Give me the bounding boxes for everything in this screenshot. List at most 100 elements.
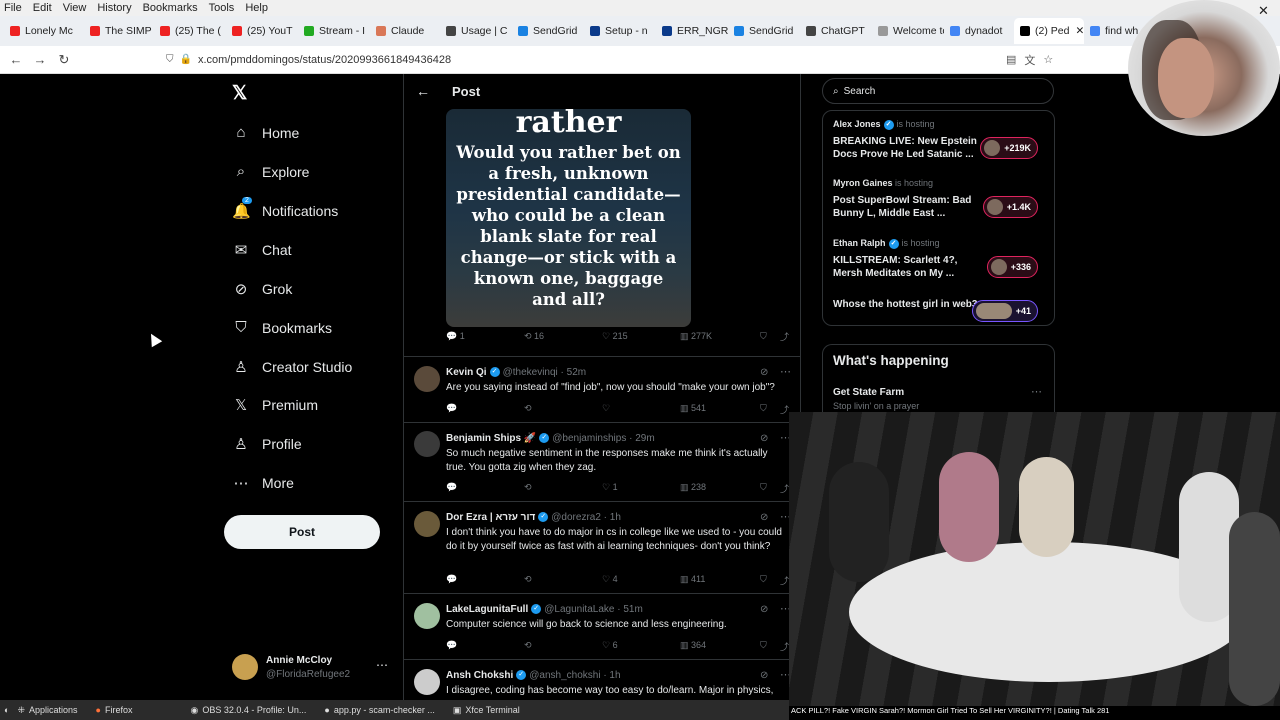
nav-notifications[interactable]: 🔔 2 Notifications [232, 197, 338, 220]
share-icon[interactable]: ⤴ [780, 330, 789, 343]
like-icon[interactable]: ♡ 6 [602, 640, 618, 651]
avatar[interactable] [232, 654, 258, 680]
browser-tab[interactable]: Stream - I [298, 18, 370, 44]
space-item[interactable]: Whose the hottest girl in web3 +41 [833, 298, 1048, 326]
author-name[interactable]: Ansh Chokshi [446, 670, 513, 681]
repost-icon[interactable]: ⟲ [524, 403, 532, 414]
taskbar-editor[interactable]: ● app.py - scam-checker ... [324, 705, 434, 715]
menu-edit[interactable]: Edit [33, 2, 52, 14]
grok-icon[interactable]: ⊘ [760, 512, 768, 523]
nav-explore[interactable]: ⌕ Explore [232, 163, 310, 180]
grok-icon[interactable]: ⊘ [760, 433, 768, 444]
repost-button[interactable]: ⟲ 16 [524, 331, 544, 342]
nav-creator-studio[interactable]: ♙ Creator Studio [232, 358, 352, 376]
reply-tweet[interactable]: LakeLagunitaFull ✓ @LagunitaLake · 51m ⊘ ⋯… [404, 594, 800, 660]
post-button[interactable]: Post [224, 515, 380, 549]
browser-tab-active[interactable]: (2) Ped ✕ [1014, 18, 1084, 44]
like-icon[interactable]: ♡ 4 [602, 574, 618, 585]
browser-tab[interactable]: SendGrid [512, 18, 584, 44]
views-icon[interactable]: ▥ 411 [680, 574, 705, 585]
author-name[interactable]: LakeLagunitaFull [446, 604, 528, 615]
browser-tab[interactable]: Setup - n [584, 18, 656, 44]
share-icon[interactable]: ⤴ [780, 640, 789, 653]
share-icon[interactable]: ⤴ [780, 403, 789, 416]
translate-icon[interactable]: 文 [1024, 52, 1035, 68]
browser-tab[interactable]: Welcome to [872, 18, 944, 44]
grok-icon[interactable]: ⊘ [760, 367, 768, 378]
menu-file[interactable]: File [4, 2, 22, 14]
share-icon[interactable]: ⤴ [780, 574, 789, 587]
menu-help[interactable]: Help [245, 2, 268, 14]
avatar[interactable] [414, 511, 440, 537]
listener-count-pill[interactable]: +1.4K [982, 196, 1038, 218]
space-item[interactable]: Alex Jones ✓ is hosting BREAKING LIVE: New… [833, 119, 1048, 169]
forward-arrow-icon[interactable]: → [28, 52, 52, 67]
more-icon[interactable]: ⋯ [780, 365, 791, 378]
bookmark-icon[interactable]: ⛉ [760, 640, 767, 651]
nav-grok[interactable]: ⊘ Grok [232, 280, 293, 298]
views-icon[interactable]: ▥ 541 [680, 403, 706, 414]
reader-icon[interactable]: ▤ [1006, 53, 1016, 66]
taskbar-applications[interactable]: ⁜ Applications [17, 705, 77, 716]
post-image[interactable]: rather Would you rather bet on a fresh, … [446, 109, 691, 327]
browser-tab[interactable]: dynadot [944, 18, 1014, 44]
space-item[interactable]: Myron Gaines is hosting Post SuperBowl S… [833, 178, 1048, 228]
views-icon[interactable]: ▥ 364 [680, 640, 706, 651]
account-more-icon[interactable]: ⋯ [376, 658, 388, 672]
nav-chat[interactable]: ✉ Chat [232, 241, 292, 259]
browser-tab[interactable]: ChatGPT [800, 18, 872, 44]
nav-premium[interactable]: 𝕏 Premium [232, 396, 318, 414]
listener-count-pill[interactable]: +336 [986, 256, 1038, 278]
close-window-icon[interactable]: ✕ [1258, 3, 1269, 19]
like-icon[interactable]: ♡ 1 [602, 482, 618, 493]
taskbar-firefox[interactable]: ● Firefox [96, 705, 133, 715]
nav-profile[interactable]: ♙ Profile [232, 435, 301, 453]
grok-icon[interactable]: ⊘ [760, 670, 768, 681]
nav-home[interactable]: ⌂ Home [232, 124, 299, 141]
reply-icon[interactable]: 💬 [446, 640, 457, 651]
nav-bookmarks[interactable]: ⛉ Bookmarks [232, 319, 332, 336]
taskbar-obs[interactable]: ◉ OBS 32.0.4 - Profile: Un... [190, 705, 306, 716]
browser-tab[interactable]: (25) The ( [154, 18, 226, 44]
search-input[interactable]: ⌕ Search [822, 78, 1054, 104]
space-item[interactable]: Ethan Ralph ✓ is hosting KILLSTREAM: Scarl… [833, 238, 1048, 288]
more-icon[interactable]: ⋯ [1031, 385, 1042, 398]
app-menu-icon[interactable]: ◐ [4, 705, 9, 715]
taskbar-terminal[interactable]: ▣ Xfce Terminal [453, 705, 520, 716]
author-name[interactable]: Benjamin Ships 🚀 [446, 433, 536, 444]
browser-tab[interactable]: Claude [370, 18, 440, 44]
views-button[interactable]: ▥ 277K [680, 331, 712, 342]
author-name[interactable]: Dor Ezra | דור עזרא [446, 512, 535, 523]
bookmark-icon[interactable]: ⛉ [760, 403, 767, 414]
repost-icon[interactable]: ⟲ [524, 482, 532, 493]
bookmark-star-icon[interactable]: ☆ [1043, 53, 1053, 66]
browser-tab[interactable]: (25) YouT [226, 18, 298, 44]
url-bar[interactable]: ⛉ 🔒 x.com/pmddomingos/status/20209936618… [166, 54, 966, 66]
x-logo-icon[interactable]: 𝕏 [232, 82, 247, 105]
avatar[interactable] [414, 431, 440, 457]
reply-tweet[interactable]: Ansh Chokshi ✓ @ansh_chokshi · 1h ⊘ ⋯ I di… [404, 660, 800, 700]
browser-tab[interactable]: Lonely Mc [4, 18, 84, 44]
share-icon[interactable]: ⤴ [780, 482, 789, 495]
browser-tab[interactable]: SendGrid [728, 18, 800, 44]
bookmark-icon[interactable]: ⛉ [760, 574, 767, 585]
bookmark-icon[interactable]: ⛉ [760, 482, 767, 493]
browser-tab[interactable]: ERR_NGR [656, 18, 728, 44]
grok-icon[interactable]: ⊘ [760, 604, 768, 615]
close-tab-icon[interactable]: ✕ [1075, 25, 1084, 37]
reply-tweet[interactable]: Dor Ezra | דור עזרא ✓ @dorezra2 · 1h ⊘ ⋯ I… [404, 502, 800, 594]
back-arrow-icon[interactable]: ← [4, 52, 28, 67]
avatar[interactable] [414, 669, 440, 695]
avatar[interactable] [414, 603, 440, 629]
reply-tweet[interactable]: Benjamin Ships 🚀 ✓ @benjaminships · 29m ⊘ … [404, 423, 800, 502]
account-name[interactable]: Annie McCloy [266, 655, 332, 666]
nav-more[interactable]: ⋯ More [232, 474, 294, 492]
repost-icon[interactable]: ⟲ [524, 640, 532, 651]
menu-view[interactable]: View [63, 2, 87, 14]
browser-tab[interactable]: Usage | C [440, 18, 512, 44]
reply-icon[interactable]: 💬 [446, 482, 457, 493]
listener-count-pill[interactable]: +41 [971, 300, 1038, 322]
reply-icon[interactable]: 💬 [446, 403, 457, 414]
like-button[interactable]: ♡ 215 [602, 331, 628, 342]
menu-bookmarks[interactable]: Bookmarks [143, 2, 198, 14]
